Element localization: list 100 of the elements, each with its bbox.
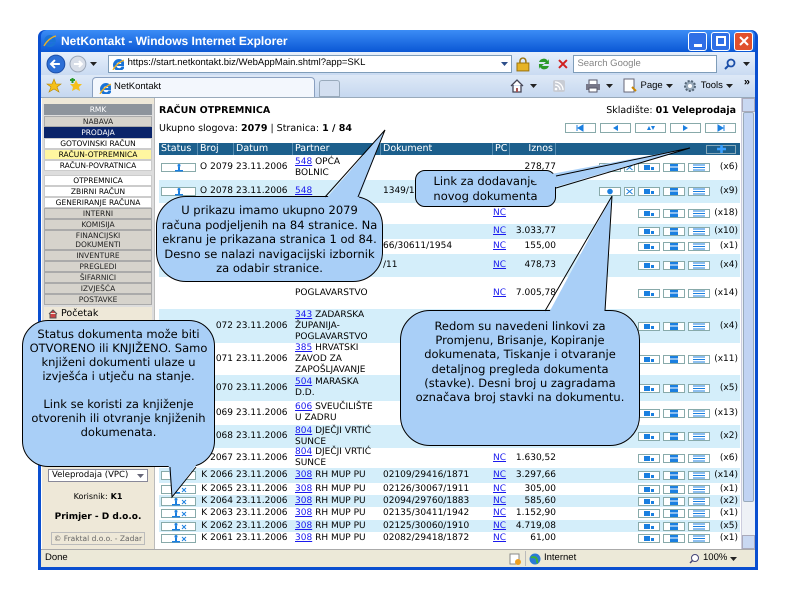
pc-link[interactable]: NC	[493, 208, 506, 218]
details-button[interactable]	[688, 432, 710, 441]
partner-link[interactable]: 343	[295, 310, 312, 320]
menu-button[interactable]: Page	[622, 78, 673, 94]
printer-icon[interactable]	[584, 78, 600, 94]
address-field[interactable]: https://start.netkontakt.biz/WebAppMain.shtml?app=SKL	[108, 54, 512, 72]
search-field[interactable]: Search Google	[573, 54, 718, 72]
details-button[interactable]	[688, 261, 710, 270]
details-button[interactable]	[688, 322, 710, 330]
details-button[interactable]	[688, 509, 710, 518]
partner-link[interactable]: 804	[295, 447, 312, 457]
partner-link[interactable]: 308	[295, 508, 312, 518]
minimize-button[interactable]	[688, 32, 707, 50]
caret-icon[interactable]	[530, 84, 536, 88]
scrollbar[interactable]	[741, 98, 755, 549]
details-button[interactable]	[688, 534, 710, 542]
pc-link[interactable]: NC	[493, 508, 506, 518]
page-nav-button[interactable]	[565, 123, 596, 133]
print-button[interactable]	[663, 534, 685, 542]
copy-button[interactable]	[638, 354, 660, 364]
copy-button[interactable]	[638, 408, 660, 418]
print-button[interactable]	[663, 354, 685, 364]
pc-link[interactable]: NC	[493, 260, 506, 270]
print-button[interactable]	[663, 187, 685, 196]
details-button[interactable]	[688, 454, 710, 462]
print-button[interactable]	[663, 288, 685, 298]
add-button[interactable]	[706, 144, 736, 154]
pc-link[interactable]: NC	[493, 470, 506, 480]
caret-icon[interactable]	[726, 84, 733, 88]
pc-link[interactable]: NC	[493, 241, 506, 251]
add-favorite-icon[interactable]	[68, 78, 84, 94]
pc-link[interactable]: NC	[493, 226, 506, 236]
back-icon[interactable]	[46, 54, 66, 74]
pc-link[interactable]: NC	[493, 532, 506, 542]
pc-link[interactable]: NC	[493, 484, 506, 494]
edit-button[interactable]	[599, 187, 621, 196]
print-button[interactable]	[663, 384, 685, 392]
maximize-button[interactable]	[711, 32, 730, 50]
details-button[interactable]	[688, 242, 710, 251]
partner-link[interactable]: 385	[295, 342, 312, 352]
print-button[interactable]	[663, 408, 685, 418]
details-button[interactable]	[688, 227, 710, 236]
print-button[interactable]	[663, 242, 685, 251]
browser-tab[interactable]: NetKontakt	[92, 77, 315, 97]
pc-link[interactable]: NC	[493, 452, 506, 462]
print-button[interactable]	[663, 322, 685, 330]
details-button[interactable]	[688, 471, 710, 480]
details-button[interactable]	[688, 496, 710, 506]
details-button[interactable]	[688, 408, 710, 418]
caret-icon[interactable]	[137, 474, 144, 478]
page-nav-button[interactable]	[705, 123, 736, 133]
partner-link[interactable]: 548	[295, 156, 312, 166]
page-nav-button[interactable]	[670, 123, 701, 133]
details-button[interactable]	[688, 163, 710, 172]
star-icon[interactable]	[46, 78, 62, 94]
print-button[interactable]	[663, 471, 685, 480]
warehouse-select[interactable]: Veleprodaja (VPC)	[48, 469, 148, 482]
partner-link[interactable]: 504	[295, 377, 312, 387]
print-button[interactable]	[663, 261, 685, 270]
pc-link[interactable]: NC	[493, 288, 506, 298]
partner-link[interactable]: 308	[295, 484, 312, 494]
partner-link[interactable]: 308	[295, 520, 312, 530]
zoom-control[interactable]: 100%	[689, 551, 751, 566]
print-button[interactable]	[663, 209, 685, 218]
pc-link[interactable]: NC	[493, 520, 506, 530]
print-button[interactable]	[663, 509, 685, 518]
print-button[interactable]	[663, 432, 685, 441]
partner-link[interactable]: 308	[295, 496, 312, 506]
details-button[interactable]	[688, 187, 710, 196]
details-button[interactable]	[688, 354, 710, 364]
print-button[interactable]	[663, 227, 685, 236]
pc-link[interactable]: NC	[493, 496, 506, 506]
partner-link[interactable]: 308	[295, 532, 312, 542]
caret-icon[interactable]	[606, 84, 612, 88]
print-button[interactable]	[663, 496, 685, 506]
close-button[interactable]	[734, 32, 753, 50]
print-button[interactable]	[663, 163, 685, 172]
page-nav-button[interactable]	[635, 123, 666, 133]
caret-icon[interactable]	[730, 556, 738, 560]
details-button[interactable]	[688, 288, 710, 298]
partner-link[interactable]: 308	[295, 470, 312, 480]
caret-icon[interactable]	[500, 62, 508, 66]
lock-icon[interactable]	[514, 56, 531, 72]
print-button[interactable]	[663, 484, 685, 494]
home-icon[interactable]	[508, 78, 524, 94]
partner-link[interactable]: 548	[295, 186, 312, 196]
overflow-chevron[interactable]: »	[744, 74, 750, 90]
copy-button[interactable]	[638, 384, 660, 392]
details-button[interactable]	[688, 209, 710, 218]
details-button[interactable]	[688, 484, 710, 494]
caret-icon[interactable]	[666, 84, 673, 88]
caret-icon[interactable]	[742, 62, 750, 66]
print-button[interactable]	[663, 522, 685, 530]
page-nav-button[interactable]	[600, 123, 631, 133]
print-button[interactable]	[663, 454, 685, 462]
caret-icon[interactable]	[90, 62, 97, 66]
details-button[interactable]	[688, 384, 710, 392]
partner-link[interactable]: 804	[295, 426, 312, 436]
menu-button[interactable]: Tools	[682, 78, 733, 94]
details-button[interactable]	[688, 522, 710, 530]
